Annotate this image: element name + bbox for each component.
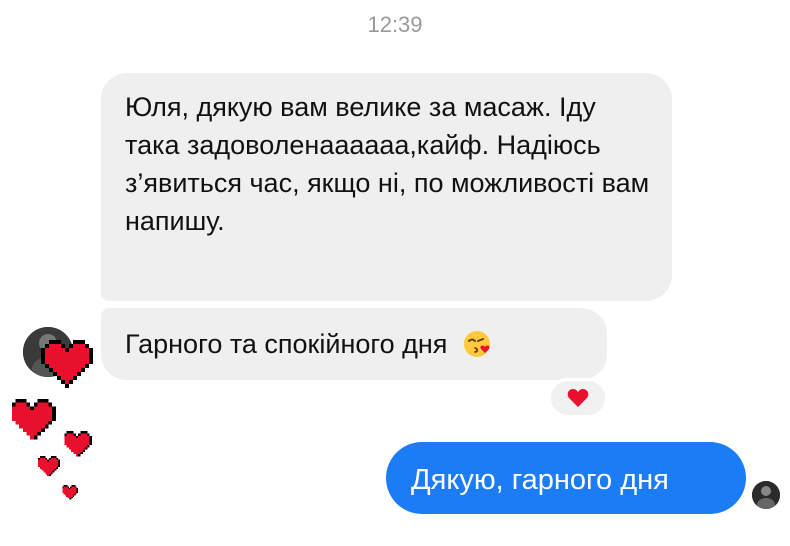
- pixel-heart-icon: [37, 456, 60, 477]
- message-timestamp: 12:39: [367, 12, 423, 37]
- kissing-face-with-heart-icon: [463, 329, 493, 369]
- pixel-heart-icon: [41, 340, 93, 388]
- message-text: Дякую, гарного дня: [411, 464, 669, 496]
- reaction-badge[interactable]: [548, 378, 608, 418]
- pixel-heart-icon: [11, 399, 56, 440]
- outgoing-message-bubble[interactable]: Дякую, гарного дня: [386, 442, 746, 514]
- message-text: Гарного та спокійного дня: [125, 329, 448, 359]
- pixel-heart-icon: [62, 485, 78, 500]
- avatar-photo: [752, 481, 780, 509]
- incoming-message-bubble[interactable]: Гарного та спокійного дня: [101, 308, 607, 380]
- heart-icon: [567, 389, 589, 407]
- message-text: Юля, дякую вам велике за масаж. Іду така…: [125, 92, 650, 236]
- own-avatar[interactable]: [752, 481, 780, 509]
- incoming-message-bubble[interactable]: Юля, дякую вам велике за масаж. Іду така…: [101, 73, 672, 301]
- pixel-heart-icon: [64, 431, 92, 457]
